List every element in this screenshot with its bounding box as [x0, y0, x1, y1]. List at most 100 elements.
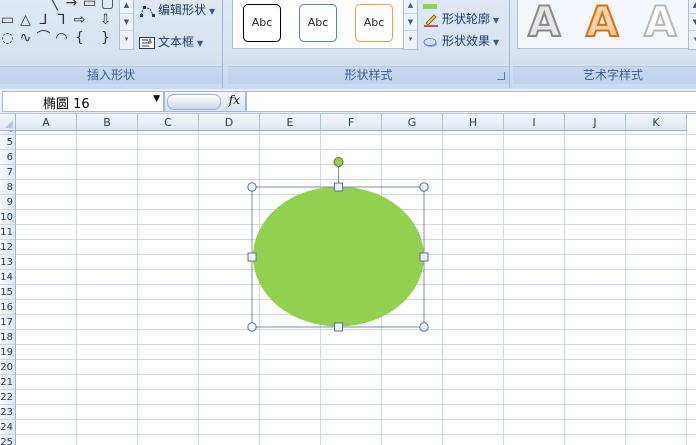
insert-shapes-group-label: 插入形状 — [0, 66, 222, 84]
column-header-a[interactable]: A — [16, 114, 77, 131]
triangle-shape-icon[interactable]: △ — [18, 13, 33, 27]
row-gridline — [16, 134, 696, 135]
line-shape-icon[interactable]: ╲ — [46, 0, 61, 10]
row-header-6[interactable]: 6 — [0, 150, 16, 165]
scroll-down-icon[interactable]: ▼ — [120, 14, 133, 31]
gallery-more-icon[interactable]: ▾ — [404, 31, 417, 47]
gallery-more-icon[interactable]: ▾ — [689, 31, 696, 47]
scroll-up-icon[interactable]: ▲ — [120, 0, 133, 14]
row-header-12[interactable]: 12 — [0, 240, 16, 255]
shape-effects-label: 形状效果 — [442, 34, 491, 48]
row-header-19[interactable]: 19 — [0, 345, 16, 360]
row-header-14[interactable]: 14 — [0, 270, 16, 285]
row-header-5[interactable]: 5 — [0, 135, 16, 150]
shape-fill-button[interactable] — [423, 0, 440, 9]
shape-fill-icon — [423, 4, 437, 9]
row-gridline — [16, 419, 696, 420]
row-header-8[interactable]: 8 — [0, 180, 16, 195]
row-header-16[interactable]: 16 — [0, 300, 16, 315]
wordart-sample-white[interactable]: A — [643, 0, 677, 45]
column-header-j[interactable]: J — [565, 114, 626, 131]
dialog-launcher-icon[interactable] — [497, 72, 505, 80]
curve-shape-icon[interactable]: ⌒ — [36, 31, 51, 45]
row-header-23[interactable]: 23 — [0, 405, 16, 420]
shape-outline-label: 形状轮廓 — [442, 12, 491, 26]
insert-function-button[interactable]: fx — [229, 93, 240, 107]
row-header-20[interactable]: 20 — [0, 360, 16, 375]
worksheet-grid[interactable]: ABCDEFGHIJK45678910111213141516171819202… — [0, 114, 696, 445]
shape-outline-button[interactable]: 形状轮廓 ▼ — [423, 10, 499, 28]
column-header-f[interactable]: F — [321, 114, 382, 131]
row-header-25[interactable]: 25 — [0, 435, 16, 445]
wordart-sample-orange[interactable]: A — [585, 0, 619, 45]
wordart-styles-group: A A A ▲ ▼ ▾ 艺术字样式 — [513, 0, 696, 88]
row-gridline — [16, 224, 696, 225]
shape-effects-button[interactable]: 形状效果 ▼ — [423, 32, 499, 50]
formula-input[interactable] — [246, 91, 696, 112]
column-header-c[interactable]: C — [138, 114, 199, 131]
column-header-g[interactable]: G — [382, 114, 443, 131]
left-brace-shape-icon[interactable]: { — [72, 31, 87, 45]
wordart-gallery[interactable]: A A A — [517, 0, 689, 49]
shape-style-tile-orange[interactable]: Abc — [355, 4, 393, 42]
freeform-shape-icon[interactable]: ∿ — [18, 31, 33, 45]
shape-style-tile-black[interactable]: Abc — [243, 4, 281, 42]
row-gridline — [16, 404, 696, 405]
shapes-gallery[interactable]: ╲ → ▭ ▢ ▭ △ ⅃ ⅂ ⇨ ⇩ ◌ ∿ ⌒ ◠ { } — [0, 0, 118, 50]
scroll-down-icon[interactable]: ▼ — [689, 14, 696, 31]
rectangle-shape-icon[interactable]: ▭ — [82, 0, 97, 10]
edit-points-icon — [140, 5, 155, 17]
arc-shape-icon[interactable]: ◠ — [54, 31, 69, 45]
name-box-value: 椭圆 16 — [43, 97, 90, 112]
shape-styles-scroll[interactable]: ▲ ▼ ▾ — [403, 0, 418, 50]
right-brace-shape-icon[interactable]: } — [98, 31, 113, 45]
rounded-rectangle-shape-icon[interactable]: ▢ — [100, 0, 115, 10]
row-gridline — [16, 269, 696, 270]
formula-bar-resize-handle[interactable] — [167, 94, 221, 110]
column-header-b[interactable]: B — [77, 114, 138, 131]
name-box[interactable]: 椭圆 16 ▼ — [2, 91, 164, 112]
row-header-15[interactable]: 15 — [0, 285, 16, 300]
flowchart-shape-icon[interactable]: ◌ — [0, 31, 15, 45]
select-all-button[interactable] — [0, 114, 16, 131]
column-header-d[interactable]: D — [199, 114, 260, 131]
column-header-i[interactable]: I — [504, 114, 565, 131]
row-gridline — [16, 389, 696, 390]
textbox-button[interactable]: A 文本框 ▼ — [139, 33, 203, 51]
wordart-styles-group-label: 艺术字样式 — [513, 66, 696, 84]
wordart-gallery-scroll[interactable]: ▲ ▼ ▾ — [688, 0, 696, 50]
row-header-17[interactable]: 17 — [0, 315, 16, 330]
rectangle-shape-icon[interactable]: ▭ — [0, 13, 15, 27]
right-arrow-shape-icon[interactable]: ⇨ — [72, 13, 87, 27]
row-gridline — [16, 314, 696, 315]
scroll-up-icon[interactable]: ▲ — [404, 0, 417, 14]
name-box-dropdown-icon[interactable]: ▼ — [153, 94, 160, 104]
scroll-up-icon[interactable]: ▲ — [689, 0, 696, 14]
row-header-13[interactable]: 13 — [0, 255, 16, 270]
elbow-connector-shape-icon[interactable]: ⅃ — [36, 13, 51, 27]
shape-style-tile-blue[interactable]: Abc — [299, 4, 337, 42]
row-header-21[interactable]: 21 — [0, 375, 16, 390]
row-header-10[interactable]: 10 — [0, 210, 16, 225]
row-header-9[interactable]: 9 — [0, 195, 16, 210]
down-arrow-shape-icon[interactable]: ⇩ — [98, 13, 113, 27]
row-header-18[interactable]: 18 — [0, 330, 16, 345]
elbow-arrow-shape-icon[interactable]: → — [64, 0, 79, 10]
gallery-more-icon[interactable]: ▾ — [120, 31, 133, 47]
row-header-7[interactable]: 7 — [0, 165, 16, 180]
scroll-down-icon[interactable]: ▼ — [404, 14, 417, 31]
shapes-gallery-scroll[interactable]: ▲ ▼ ▾ — [119, 0, 134, 50]
row-gridline — [16, 374, 696, 375]
column-header-e[interactable]: E — [260, 114, 321, 131]
edit-shape-button[interactable]: 编辑形状 ▼ — [139, 1, 215, 19]
row-header-11[interactable]: 11 — [0, 225, 16, 240]
shape-styles-gallery[interactable]: Abc Abc Abc — [232, 0, 404, 49]
row-header-24[interactable]: 24 — [0, 420, 16, 435]
row-gridline — [16, 284, 696, 285]
wordart-sample-silver[interactable]: A — [527, 0, 561, 45]
row-header-22[interactable]: 22 — [0, 390, 16, 405]
column-header-k[interactable]: K — [626, 114, 687, 131]
elbow-connector-2-shape-icon[interactable]: ⅂ — [54, 13, 69, 27]
column-header-h[interactable]: H — [443, 114, 504, 131]
row-gridline — [16, 164, 696, 165]
